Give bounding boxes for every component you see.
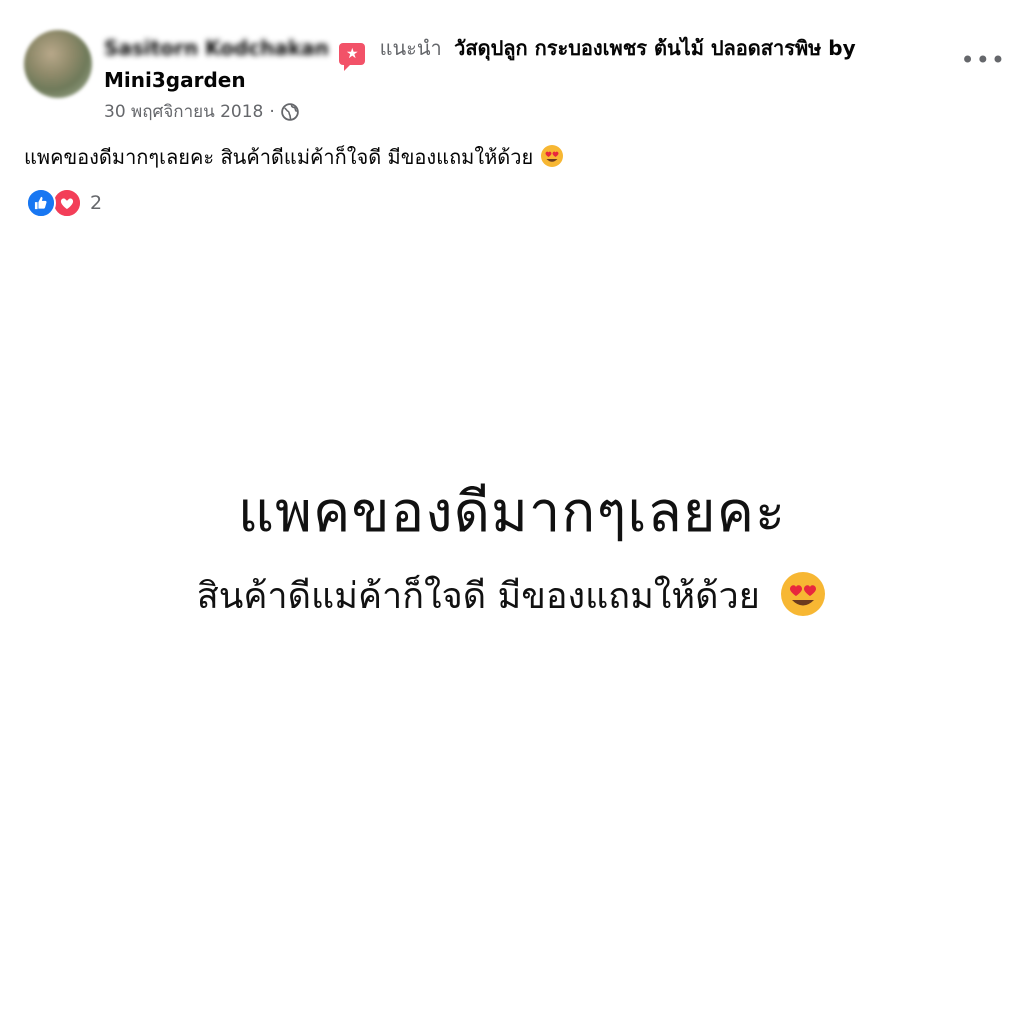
image-text-line2: สินค้าดีแม่ค้าก็ใจดี มีของแถมให้ด้วย bbox=[0, 566, 1024, 628]
reactions-summary[interactable]: 2 bbox=[26, 186, 102, 220]
page-name-link-continued[interactable]: Mini3garden bbox=[104, 64, 246, 96]
post-text: แพคของดีมากๆเลยคะ สินค้าดีแม่ค้าก็ใจดี ม… bbox=[24, 145, 534, 169]
recommend-icon: ★ bbox=[339, 43, 366, 71]
like-icon bbox=[26, 188, 56, 218]
author-avatar[interactable] bbox=[24, 30, 92, 98]
image-text-line1: แพคของดีมากๆเลยคะ bbox=[237, 480, 787, 545]
post-meta: 30 พฤศจิกายน 2018 · bbox=[104, 98, 299, 126]
reaction-count: 2 bbox=[90, 192, 103, 214]
more-options-icon[interactable]: ••• bbox=[961, 44, 1006, 76]
recommend-verb: แนะนำ bbox=[379, 36, 442, 60]
author-name[interactable]: Sasitorn Kodchakan bbox=[104, 32, 329, 64]
love-icon bbox=[52, 188, 82, 218]
facebook-review-post: Sasitorn Kodchakan ★ แนะนำ วัสดุปลูก กระ… bbox=[0, 0, 1024, 1024]
page-name-link[interactable]: วัสดุปลูก กระบองเพชร ต้นไม้ ปลอดสารพิษ b… bbox=[454, 36, 856, 60]
post-header: Sasitorn Kodchakan ★ แนะนำ วัสดุปลูก กระ… bbox=[104, 32, 944, 71]
post-date[interactable]: 30 พฤศจิกายน 2018 bbox=[104, 98, 263, 126]
post-image[interactable]: แพคของดีมากๆเลยคะ สินค้าดีแม่ค้าก็ใจดี ม… bbox=[0, 236, 1024, 1024]
globe-icon bbox=[281, 103, 299, 121]
heart-eyes-emoji-large bbox=[781, 572, 826, 616]
post-text-row: แพคของดีมากๆเลยคะ สินค้าดีแม่ค้าก็ใจดี ม… bbox=[24, 140, 564, 174]
image-text-line2-text: สินค้าดีแม่ค้าก็ใจดี มีของแถมให้ด้วย bbox=[196, 576, 760, 617]
meta-separator: · bbox=[269, 102, 275, 122]
heart-eyes-emoji bbox=[540, 145, 563, 167]
